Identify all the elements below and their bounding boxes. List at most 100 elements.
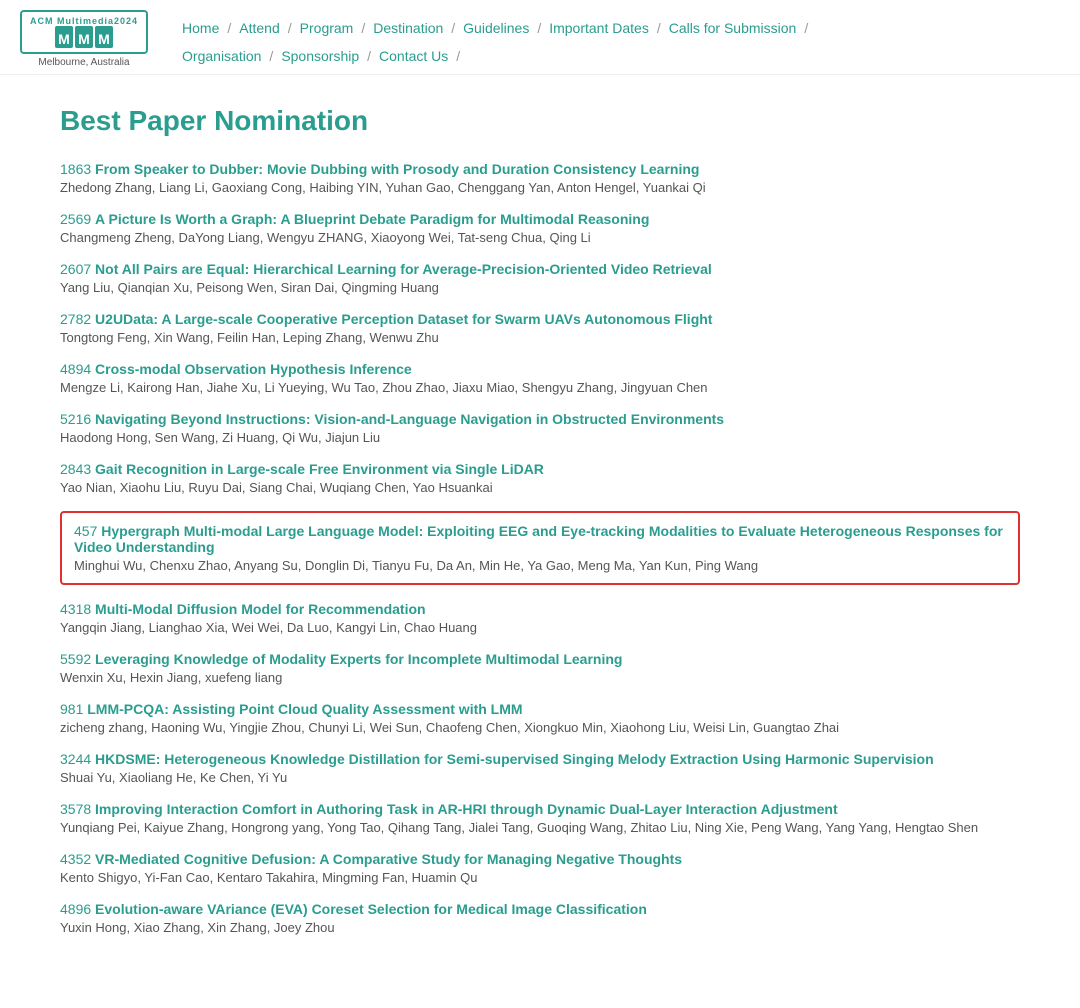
paper-id: 5592 xyxy=(60,651,95,667)
nav-sep-7: / xyxy=(804,20,808,36)
paper-authors: Shuai Yu, Xiaoliang He, Ke Chen, Yi Yu xyxy=(60,770,1020,785)
paper-entry: 981 LMM-PCQA: Assisting Point Cloud Qual… xyxy=(60,701,1020,735)
paper-title[interactable]: U2UData: A Large-scale Cooperative Perce… xyxy=(95,311,712,327)
paper-title[interactable]: Leveraging Knowledge of Modality Experts… xyxy=(95,651,622,667)
paper-title[interactable]: Not All Pairs are Equal: Hierarchical Le… xyxy=(95,261,712,277)
paper-title-line: 3578 Improving Interaction Comfort in Au… xyxy=(60,801,1020,817)
paper-title[interactable]: Improving Interaction Comfort in Authori… xyxy=(95,801,838,817)
paper-title-line: 2782 U2UData: A Large-scale Cooperative … xyxy=(60,311,1020,327)
nav-sep-4: / xyxy=(451,20,455,36)
paper-authors: Yao Nian, Xiaohu Liu, Ruyu Dai, Siang Ch… xyxy=(60,480,1020,495)
paper-id: 2843 xyxy=(60,461,95,477)
paper-entry: 4894 Cross-modal Observation Hypothesis … xyxy=(60,361,1020,395)
nav-sep-9: / xyxy=(367,48,371,64)
paper-entry: 4896 Evolution-aware VAriance (EVA) Core… xyxy=(60,901,1020,935)
nav-sponsorship[interactable]: Sponsorship xyxy=(277,46,363,66)
nav-row-1: Home / Attend / Program / Destination / … xyxy=(178,18,812,46)
paper-entry: 3244 HKDSME: Heterogeneous Knowledge Dis… xyxy=(60,751,1020,785)
paper-entry: 4318 Multi-Modal Diffusion Model for Rec… xyxy=(60,601,1020,635)
paper-entry: 2782 U2UData: A Large-scale Cooperative … xyxy=(60,311,1020,345)
paper-title[interactable]: Gait Recognition in Large-scale Free Env… xyxy=(95,461,544,477)
logo-m3 xyxy=(95,26,113,48)
logo-box: ACM Multimedia2024 xyxy=(20,10,148,54)
paper-authors: Mengze Li, Kairong Han, Jiahe Xu, Li Yue… xyxy=(60,380,1020,395)
nav-home[interactable]: Home xyxy=(178,18,223,38)
paper-title-line: 5592 Leveraging Knowledge of Modality Ex… xyxy=(60,651,1020,667)
nav-program[interactable]: Program xyxy=(296,18,358,38)
paper-entry: 5592 Leveraging Knowledge of Modality Ex… xyxy=(60,651,1020,685)
paper-title-line: 2569 A Picture Is Worth a Graph: A Bluep… xyxy=(60,211,1020,227)
paper-id: 4896 xyxy=(60,901,95,917)
paper-title[interactable]: Navigating Beyond Instructions: Vision-a… xyxy=(95,411,724,427)
nav-sep-10: / xyxy=(456,48,460,64)
nav-calls-for-submission[interactable]: Calls for Submission xyxy=(665,18,801,38)
paper-title-line: 4894 Cross-modal Observation Hypothesis … xyxy=(60,361,1020,377)
page-title: Best Paper Nomination xyxy=(60,105,1020,137)
paper-title-line: 5216 Navigating Beyond Instructions: Vis… xyxy=(60,411,1020,427)
nav-area: Home / Attend / Program / Destination / … xyxy=(178,10,812,74)
paper-entry: 1863 From Speaker to Dubber: Movie Dubbi… xyxy=(60,161,1020,195)
paper-title[interactable]: HKDSME: Heterogeneous Knowledge Distilla… xyxy=(95,751,934,767)
paper-title-line: 3244 HKDSME: Heterogeneous Knowledge Dis… xyxy=(60,751,1020,767)
paper-entry: 3578 Improving Interaction Comfort in Au… xyxy=(60,801,1020,835)
logo-m1 xyxy=(55,26,73,48)
logo-location: Melbourne, Australia xyxy=(38,57,129,68)
paper-id: 4894 xyxy=(60,361,95,377)
nav-sep-3: / xyxy=(361,20,365,36)
header: ACM Multimedia2024 Melbourne, Australia … xyxy=(0,0,1080,75)
paper-authors: Zhedong Zhang, Liang Li, Gaoxiang Cong, … xyxy=(60,180,1020,195)
nav-organisation[interactable]: Organisation xyxy=(178,46,265,66)
paper-title-line: 4318 Multi-Modal Diffusion Model for Rec… xyxy=(60,601,1020,617)
nav-guidelines[interactable]: Guidelines xyxy=(459,18,533,38)
nav-contact-us[interactable]: Contact Us xyxy=(375,46,452,66)
paper-authors: Yuxin Hong, Xiao Zhang, Xin Zhang, Joey … xyxy=(60,920,1020,935)
paper-authors: Kento Shigyo, Yi-Fan Cao, Kentaro Takahi… xyxy=(60,870,1020,885)
paper-title[interactable]: Evolution-aware VAriance (EVA) Coreset S… xyxy=(95,901,647,917)
paper-id: 4352 xyxy=(60,851,95,867)
paper-id: 5216 xyxy=(60,411,95,427)
paper-entry: 2607 Not All Pairs are Equal: Hierarchic… xyxy=(60,261,1020,295)
paper-authors: Yangqin Jiang, Lianghao Xia, Wei Wei, Da… xyxy=(60,620,1020,635)
nav-sep-5: / xyxy=(537,20,541,36)
paper-authors: Yang Liu, Qianqian Xu, Peisong Wen, Sira… xyxy=(60,280,1020,295)
paper-title-line: 2607 Not All Pairs are Equal: Hierarchic… xyxy=(60,261,1020,277)
papers-list: 1863 From Speaker to Dubber: Movie Dubbi… xyxy=(60,161,1020,935)
paper-title[interactable]: A Picture Is Worth a Graph: A Blueprint … xyxy=(95,211,649,227)
paper-title-line: 1863 From Speaker to Dubber: Movie Dubbi… xyxy=(60,161,1020,177)
nav-sep-8: / xyxy=(269,48,273,64)
paper-id: 2569 xyxy=(60,211,95,227)
logo-m2 xyxy=(75,26,93,48)
paper-id: 2607 xyxy=(60,261,95,277)
nav-important-dates[interactable]: Important Dates xyxy=(545,18,653,38)
nav-destination[interactable]: Destination xyxy=(369,18,447,38)
paper-title-line: 4352 VR-Mediated Cognitive Defusion: A C… xyxy=(60,851,1020,867)
paper-entry: 4352 VR-Mediated Cognitive Defusion: A C… xyxy=(60,851,1020,885)
paper-authors: Tongtong Feng, Xin Wang, Feilin Han, Lep… xyxy=(60,330,1020,345)
paper-title[interactable]: Multi-Modal Diffusion Model for Recommen… xyxy=(95,601,426,617)
paper-id: 457 xyxy=(74,523,101,539)
paper-title[interactable]: VR-Mediated Cognitive Defusion: A Compar… xyxy=(95,851,682,867)
nav-sep-2: / xyxy=(288,20,292,36)
paper-authors: Yunqiang Pei, Kaiyue Zhang, Hongrong yan… xyxy=(60,820,1020,835)
paper-id: 3578 xyxy=(60,801,95,817)
main-content: Best Paper Nomination 1863 From Speaker … xyxy=(0,75,1080,981)
paper-authors: zicheng zhang, Haoning Wu, Yingjie Zhou,… xyxy=(60,720,1020,735)
paper-authors: Changmeng Zheng, DaYong Liang, Wengyu ZH… xyxy=(60,230,1020,245)
nav-sep-1: / xyxy=(227,20,231,36)
paper-title-line: 457 Hypergraph Multi-modal Large Languag… xyxy=(74,523,1006,555)
logo-acm-text: ACM Multimedia2024 xyxy=(30,16,138,26)
paper-title-line: 4896 Evolution-aware VAriance (EVA) Core… xyxy=(60,901,1020,917)
paper-authors: Minghui Wu, Chenxu Zhao, Anyang Su, Dong… xyxy=(74,558,1006,573)
logo-mm xyxy=(55,26,113,48)
logo-area: ACM Multimedia2024 Melbourne, Australia xyxy=(20,10,148,68)
paper-title-line: 2843 Gait Recognition in Large-scale Fre… xyxy=(60,461,1020,477)
paper-title[interactable]: From Speaker to Dubber: Movie Dubbing wi… xyxy=(95,161,699,177)
paper-entry: 2569 A Picture Is Worth a Graph: A Bluep… xyxy=(60,211,1020,245)
paper-authors: Haodong Hong, Sen Wang, Zi Huang, Qi Wu,… xyxy=(60,430,1020,445)
paper-title[interactable]: LMM-PCQA: Assisting Point Cloud Quality … xyxy=(87,701,522,717)
paper-title[interactable]: Cross-modal Observation Hypothesis Infer… xyxy=(95,361,412,377)
paper-title[interactable]: Hypergraph Multi-modal Large Language Mo… xyxy=(74,523,1003,555)
paper-entry: 457 Hypergraph Multi-modal Large Languag… xyxy=(60,511,1020,585)
paper-title-line: 981 LMM-PCQA: Assisting Point Cloud Qual… xyxy=(60,701,1020,717)
nav-attend[interactable]: Attend xyxy=(235,18,283,38)
